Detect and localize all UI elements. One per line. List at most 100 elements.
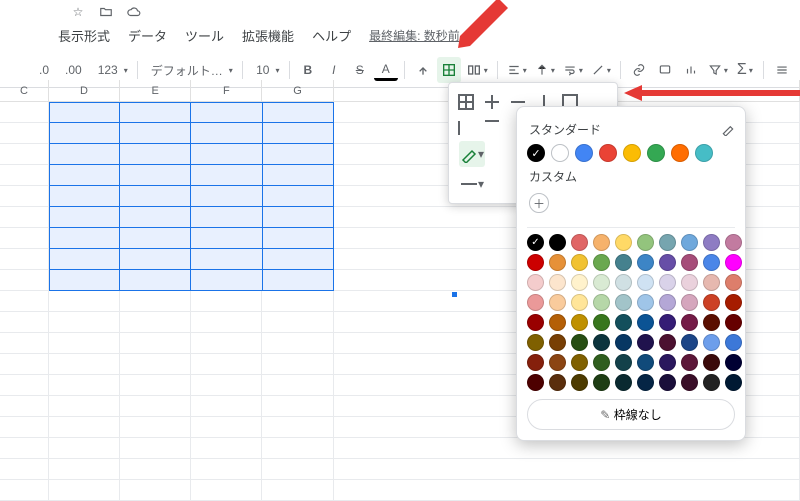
color-swatch[interactable] [725,294,742,311]
cell[interactable] [334,480,800,501]
color-swatch[interactable] [549,314,566,331]
cell[interactable] [263,123,334,144]
cell[interactable] [191,270,262,291]
color-swatch[interactable] [725,374,742,391]
color-swatch[interactable] [703,334,720,351]
color-swatch[interactable] [549,334,566,351]
cell[interactable] [0,186,49,207]
cell[interactable] [49,207,120,228]
color-swatch[interactable] [527,314,544,331]
cell[interactable] [0,144,49,165]
cell[interactable] [120,354,191,375]
cell[interactable] [120,270,191,291]
border-top-icon[interactable] [479,115,505,141]
color-swatch[interactable] [681,234,698,251]
cell[interactable] [263,207,334,228]
cell[interactable] [0,165,49,186]
cell[interactable] [263,144,334,165]
cell[interactable] [0,270,49,291]
cell[interactable] [262,375,333,396]
cell[interactable] [262,333,333,354]
cell[interactable] [120,438,191,459]
cell[interactable] [49,249,120,270]
color-swatch[interactable] [681,294,698,311]
menu-help[interactable]: ヘルプ [306,24,357,47]
cell[interactable] [263,165,334,186]
cell[interactable] [120,144,191,165]
cell[interactable] [191,123,262,144]
cell[interactable] [49,417,120,438]
cell[interactable] [263,102,334,123]
color-swatch[interactable] [637,354,654,371]
color-swatch[interactable] [659,274,676,291]
cell[interactable] [120,207,191,228]
edit-theme-button[interactable] [721,122,735,139]
cell[interactable] [0,459,49,480]
color-swatch[interactable] [637,334,654,351]
color-swatch[interactable] [593,314,610,331]
color-swatch[interactable]: ✓ [527,144,545,162]
color-swatch[interactable] [549,274,566,291]
cell[interactable] [0,123,49,144]
cell[interactable] [0,333,49,354]
color-swatch[interactable] [703,294,720,311]
color-swatch[interactable] [681,314,698,331]
cell[interactable] [49,375,120,396]
border-style-button[interactable]: ▾ [459,171,485,197]
color-swatch[interactable] [571,374,588,391]
cell[interactable] [120,480,191,501]
cell[interactable] [120,249,191,270]
cell[interactable] [191,354,262,375]
menu-format[interactable]: 長示形式 [52,24,116,47]
cell[interactable] [262,459,333,480]
color-swatch[interactable] [615,254,632,271]
cell[interactable] [262,396,333,417]
cell[interactable] [0,375,49,396]
color-swatch[interactable] [725,334,742,351]
color-swatch[interactable] [571,294,588,311]
cell[interactable] [120,228,191,249]
color-swatch[interactable] [593,374,610,391]
column-header[interactable]: C [0,80,49,101]
color-swatch[interactable]: ✓ [527,234,544,251]
cell[interactable] [0,207,49,228]
cell[interactable] [120,186,191,207]
color-swatch[interactable] [527,274,544,291]
cell[interactable] [120,375,191,396]
cell[interactable] [191,396,262,417]
color-swatch[interactable] [575,144,593,162]
color-swatch[interactable] [703,314,720,331]
color-swatch[interactable] [623,144,641,162]
color-swatch[interactable] [571,314,588,331]
color-swatch[interactable] [571,274,588,291]
cell[interactable] [191,417,262,438]
cell[interactable] [49,186,120,207]
border-color-button[interactable]: ▾ [459,141,485,167]
color-swatch[interactable] [527,354,544,371]
color-swatch[interactable] [725,234,742,251]
cell[interactable] [120,123,191,144]
cell[interactable] [191,207,262,228]
move-folder-icon[interactable] [98,4,114,20]
cell[interactable] [263,249,334,270]
color-swatch[interactable] [659,334,676,351]
menu-data[interactable]: データ [122,24,173,47]
cell[interactable] [0,102,49,123]
last-edit[interactable]: 最終編集: 数秒前 [369,27,460,44]
cell[interactable] [0,249,49,270]
column-header[interactable]: F [191,80,262,101]
color-swatch[interactable] [659,234,676,251]
color-swatch[interactable] [695,144,713,162]
cell[interactable] [49,354,120,375]
add-custom-color-button[interactable]: ＋ [529,193,549,213]
cell[interactable] [0,312,49,333]
cell[interactable] [0,480,49,501]
cell[interactable] [49,312,120,333]
cell[interactable] [120,396,191,417]
cell[interactable] [191,459,262,480]
cell[interactable] [120,312,191,333]
cell[interactable] [49,144,120,165]
cell[interactable] [49,102,120,123]
color-swatch[interactable] [681,334,698,351]
cell[interactable] [120,333,191,354]
